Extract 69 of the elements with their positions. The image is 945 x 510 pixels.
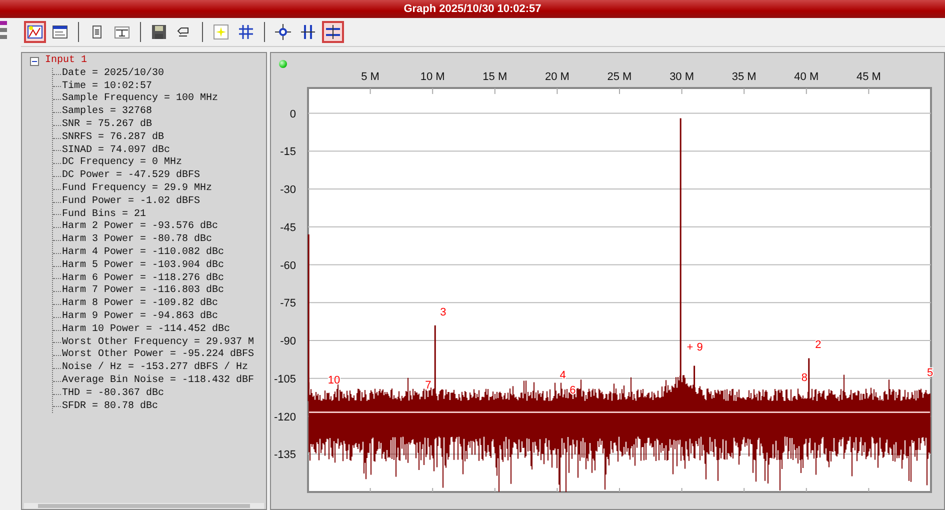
tree-item[interactable]: SNRFS = 76.287 dB — [62, 132, 164, 145]
harmonic-marker: 10 — [328, 374, 340, 386]
harmonic-marker: 4 — [560, 369, 566, 382]
harmonic-marker: 3 — [440, 306, 446, 318]
x-axis-label: 45 M — [856, 71, 881, 83]
crosshair-icon — [275, 24, 291, 40]
tree-item[interactable]: Input 1 — [45, 55, 88, 68]
grid-icon — [238, 24, 254, 40]
tree-item[interactable]: Sample Frequency = 100 MHz — [62, 93, 218, 106]
tree-item[interactable]: THD = -80.367 dBc — [62, 388, 164, 401]
tree-item[interactable]: DC Frequency = 0 MHz — [62, 157, 182, 170]
x-axis-label: 20 M — [544, 71, 570, 83]
x-axis-label: 40 M — [794, 71, 819, 83]
tree-item[interactable]: SNR = 75.267 dB — [62, 118, 152, 132]
tree-item[interactable]: Date = 2025/10/30 — [62, 68, 164, 81]
tree-item[interactable]: Harm 8 Power = -109.82 dBc — [62, 298, 218, 311]
x-axis-label: 15 M — [482, 71, 508, 83]
window-title: Graph 2025/10/30 10:02:57 — [404, 3, 542, 15]
tree-item[interactable]: DC Power = -47.529 dBFS — [62, 170, 200, 183]
tree-item[interactable]: Worst Other Frequency = 29.937 M — [62, 336, 254, 350]
collapse-icon[interactable] — [30, 56, 39, 66]
x-axis-label: 35 M — [732, 71, 756, 83]
tree-item[interactable]: Fund Bins = 21 — [62, 208, 146, 222]
tree-item[interactable]: Harm 6 Power = -118.276 dBc — [62, 272, 224, 286]
y-axis-label: -75 — [280, 298, 296, 310]
split-icon — [300, 24, 316, 40]
tree-item[interactable]: Noise / Hz = -153.277 dBFS / Hz — [62, 362, 248, 375]
tree-item[interactable]: Harm 5 Power = -103.904 dBc — [62, 260, 224, 273]
star-icon — [213, 24, 229, 40]
window-icon — [52, 24, 68, 40]
x-axis-label: 5 M — [361, 71, 380, 83]
y-axis-label: -120 — [274, 411, 296, 424]
tree-item[interactable]: Harm 3 Power = -80.78 dBc — [62, 234, 212, 247]
harmonic-marker: + — [686, 342, 694, 354]
harmonic-marker: 6 — [570, 384, 576, 397]
harmonic-marker: 9 — [696, 342, 703, 354]
harmonic-marker: 2 — [815, 339, 822, 352]
y-axis-label: -60 — [280, 260, 296, 272]
chart-icon — [27, 24, 43, 40]
tree-item[interactable]: Time = 10:02:57 — [62, 80, 152, 94]
tree-item[interactable]: Average Bin Noise = -118.432 dBF — [62, 374, 254, 388]
tree-item[interactable]: Fund Frequency = 29.9 MHz — [62, 182, 212, 196]
tree-item[interactable]: SINAD = 74.097 dBc — [62, 144, 170, 158]
tree-item[interactable]: Harm 10 Power = -114.452 dBc — [62, 324, 230, 337]
y-axis-label: -45 — [280, 222, 296, 234]
tree-item[interactable]: Harm 9 Power = -94.863 dBc — [62, 310, 218, 324]
x-axis-label: 10 M — [420, 71, 445, 83]
tree-item[interactable]: Harm 4 Power = -110.082 dBc — [62, 246, 224, 260]
harmonic-marker: 7 — [425, 379, 432, 392]
toolbar-button[interactable] — [24, 21, 46, 43]
harmonic-marker: 8 — [801, 372, 808, 384]
x-axis-label: 30 M — [670, 71, 694, 83]
tree-item[interactable]: Harm 7 Power = -116.803 dBc — [62, 285, 224, 298]
y-axis-label: -90 — [280, 336, 296, 348]
x-axis-label: 25 M — [607, 71, 632, 83]
tree-item[interactable]: Samples = 32768 — [62, 106, 152, 119]
y-axis-label: -30 — [280, 184, 296, 196]
tree-item[interactable]: SFDR = 80.78 dBc — [62, 400, 158, 414]
toolbar-button[interactable] — [322, 21, 344, 43]
y-axis-label: -135 — [274, 449, 296, 462]
y-axis-label: -105 — [274, 373, 296, 386]
horizontal-scrollbar[interactable] — [24, 503, 264, 509]
y-axis-label: 0 — [290, 108, 296, 120]
split-icon — [325, 24, 341, 40]
harmonic-marker: 5 — [927, 366, 934, 379]
y-axis-label: -15 — [280, 146, 296, 158]
tree-item[interactable]: Worst Other Power = -95.224 dBFS — [62, 349, 254, 362]
tree-item[interactable]: Fund Power = -1.02 dBFS — [62, 196, 200, 209]
tree-item[interactable]: Harm 2 Power = -93.576 dBc — [62, 221, 218, 234]
